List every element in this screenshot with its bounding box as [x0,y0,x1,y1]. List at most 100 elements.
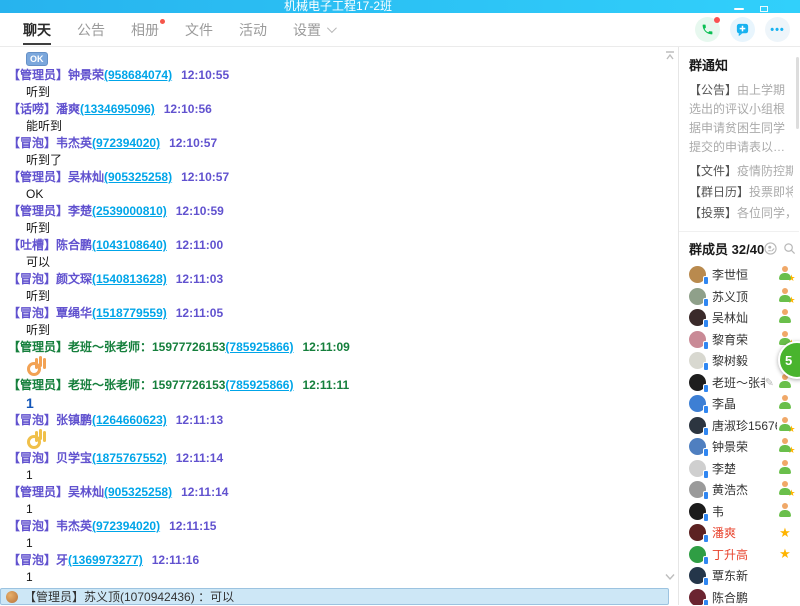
message-content: 1 [8,569,664,586]
mobile-online-badge [703,427,709,436]
member-name: 丁升高 [712,546,777,563]
sender-uin-link[interactable]: (1518779559) [92,306,167,320]
window-title: 机械电子工程17-2班 [284,0,392,13]
message-header: 【管理员】吴林灿(905325258)12:10:57 [8,169,664,186]
message-header: 【冒泡】颜文琛(1540813628)12:11:03 [8,271,664,288]
member-level-person-icon: ★ [779,266,792,280]
member-row[interactable]: 黄浩杰★ [689,479,793,501]
member-role-badge: ★ [777,417,793,434]
sender-name: 【吐槽】陈合鹏 [8,238,92,252]
member-name: 黎树毅 [712,352,777,369]
invite-member-icon[interactable] [764,242,777,255]
member-level-person-icon: ★ [779,438,792,452]
announcement-item[interactable]: 【公告】由上学期选出的评议小组根据申请贫困生同学提交的申请表以及提交的佐证材料，… [689,81,793,157]
message-content: OK [8,50,664,67]
notice-item[interactable]: 【文件】疫情防控期间线... [689,161,793,182]
chat-message: 【冒泡】韦杰英(972394020)12:11:151 [8,518,664,552]
tab-相册[interactable]: 相册 [131,13,159,46]
member-avatar [689,352,706,369]
tab-bar: 聊天公告 相册 文件活动设置 ••• [0,13,800,47]
member-name: 吴林灿 [712,309,777,326]
member-level-person-icon: ★ [779,288,792,302]
member-avatar [689,460,706,477]
member-row[interactable]: 李楚 [689,458,793,480]
sender-uin-link[interactable]: (958684074) [104,68,172,82]
minimize-button[interactable] [734,8,744,10]
member-avatar [689,524,706,541]
floating-badge-label: 5 [785,353,792,368]
sender-uin-link[interactable]: (905325258) [104,170,172,184]
member-row[interactable]: 唐淑珍15676748★ [689,415,793,437]
sender-uin-link[interactable]: (1334695096) [80,102,155,116]
sender-uin-link[interactable]: (972394020) [92,136,160,150]
member-row[interactable]: 李世恒★ [689,264,793,286]
member-avatar [689,331,706,348]
member-name: 韦 [712,503,777,520]
message-content: 听到 [8,220,664,237]
notice-item-label: 【投票】 [689,206,737,220]
sidebar-scrollbar[interactable] [796,57,799,129]
sender-uin-link[interactable]: (1540813628) [92,272,167,286]
member-list[interactable]: 李世恒★苏义顶★吴林灿黎育荣★黎树毅老班～张老✎李晶唐淑珍15676748★钟景… [689,264,793,605]
sender-uin-link[interactable]: (1264660623) [92,413,167,427]
tab-活动[interactable]: 活动 [239,13,267,46]
more-icon[interactable]: ••• [765,17,790,42]
message-plus-icon[interactable] [730,17,755,42]
sender-uin-link[interactable]: (905325258) [104,485,172,499]
member-row[interactable]: 李晶 [689,393,793,415]
tab-文件[interactable]: 文件 [185,13,213,46]
scroll-to-bottom-icon[interactable] [665,570,675,584]
member-row[interactable]: 丁升高★ [689,544,793,566]
message-list[interactable]: OK【管理员】钟景荣(958684074)12:10:55听到【话唠】潘爽(13… [0,47,678,605]
message-time: 12:10:56 [164,102,212,116]
member-row[interactable]: 老班～张老✎ [689,372,793,394]
member-row[interactable]: 韦 [689,501,793,523]
member-avatar [689,546,706,563]
phone-call-icon[interactable] [695,17,720,42]
tab-label: 相册 [131,20,159,40]
notice-item-text: 疫情防控期间线... [737,164,793,178]
member-name: 陈合鹏 [712,589,777,605]
member-role-badge [777,309,793,326]
tab-设置[interactable]: 设置 [293,13,334,46]
chat-message: 【管理员】李楚(2539000810)12:10:59听到 [8,203,664,237]
notice-item[interactable]: 【投票】各位同学，因疫... [689,203,793,224]
sender-uin-link[interactable]: (972394020) [92,519,160,533]
member-role-badge [777,460,793,477]
sender-uin-link[interactable]: (1875767552) [92,451,167,465]
sender-uin-link[interactable]: (785925866) [225,340,293,354]
tab-公告[interactable]: 公告 [77,13,105,46]
member-row[interactable]: 陈合鹏 [689,587,793,606]
maximize-button[interactable] [760,6,768,12]
member-level-person-icon [779,503,792,517]
message-content: 能听到 [8,118,664,135]
message-content: 1 [8,467,664,484]
edit-name-icon[interactable]: ✎ [765,376,774,389]
sender-name: 【管理员】吴林灿 [8,485,104,499]
sender-uin-link[interactable]: (785925866) [225,378,293,392]
notice-item-label: 【群日历】 [689,185,749,199]
sender-uin-link[interactable]: (1369973277) [68,553,143,567]
member-row[interactable]: 黎育荣★ [689,329,793,351]
admin-star-icon: ★ [787,273,795,284]
preview-text: 【管理员】苏义顶(1070942436) ：可以 [24,588,234,605]
sender-uin-link[interactable]: (2539000810) [92,204,167,218]
member-row[interactable]: 潘爽★ [689,522,793,544]
sender-name: 【冒泡】韦杰英 [8,136,92,150]
member-row[interactable]: 覃东新 [689,565,793,587]
search-member-icon[interactable] [783,242,796,255]
new-message-preview[interactable]: 【管理员】苏义顶(1070942436) ：可以 [0,588,669,605]
scroll-to-top-icon[interactable] [665,50,675,64]
mobile-online-badge [703,577,709,586]
member-row[interactable]: 苏义顶★ [689,286,793,308]
chat-message: 【冒泡】张镇鹏(1264660623)12:11:13 [8,412,664,450]
sender-uin-link[interactable]: (1043108640) [92,238,167,252]
member-row[interactable]: 钟景荣★ [689,436,793,458]
member-row[interactable]: 吴林灿 [689,307,793,329]
member-avatar [689,374,706,391]
sender-name: 【冒泡】覃绳华 [8,306,92,320]
announcement-label: 【公告】 [689,83,737,97]
tab-聊天[interactable]: 聊天 [23,13,51,46]
notice-item[interactable]: 【群日历】投票即将截止... [689,182,793,203]
member-avatar [689,417,706,434]
